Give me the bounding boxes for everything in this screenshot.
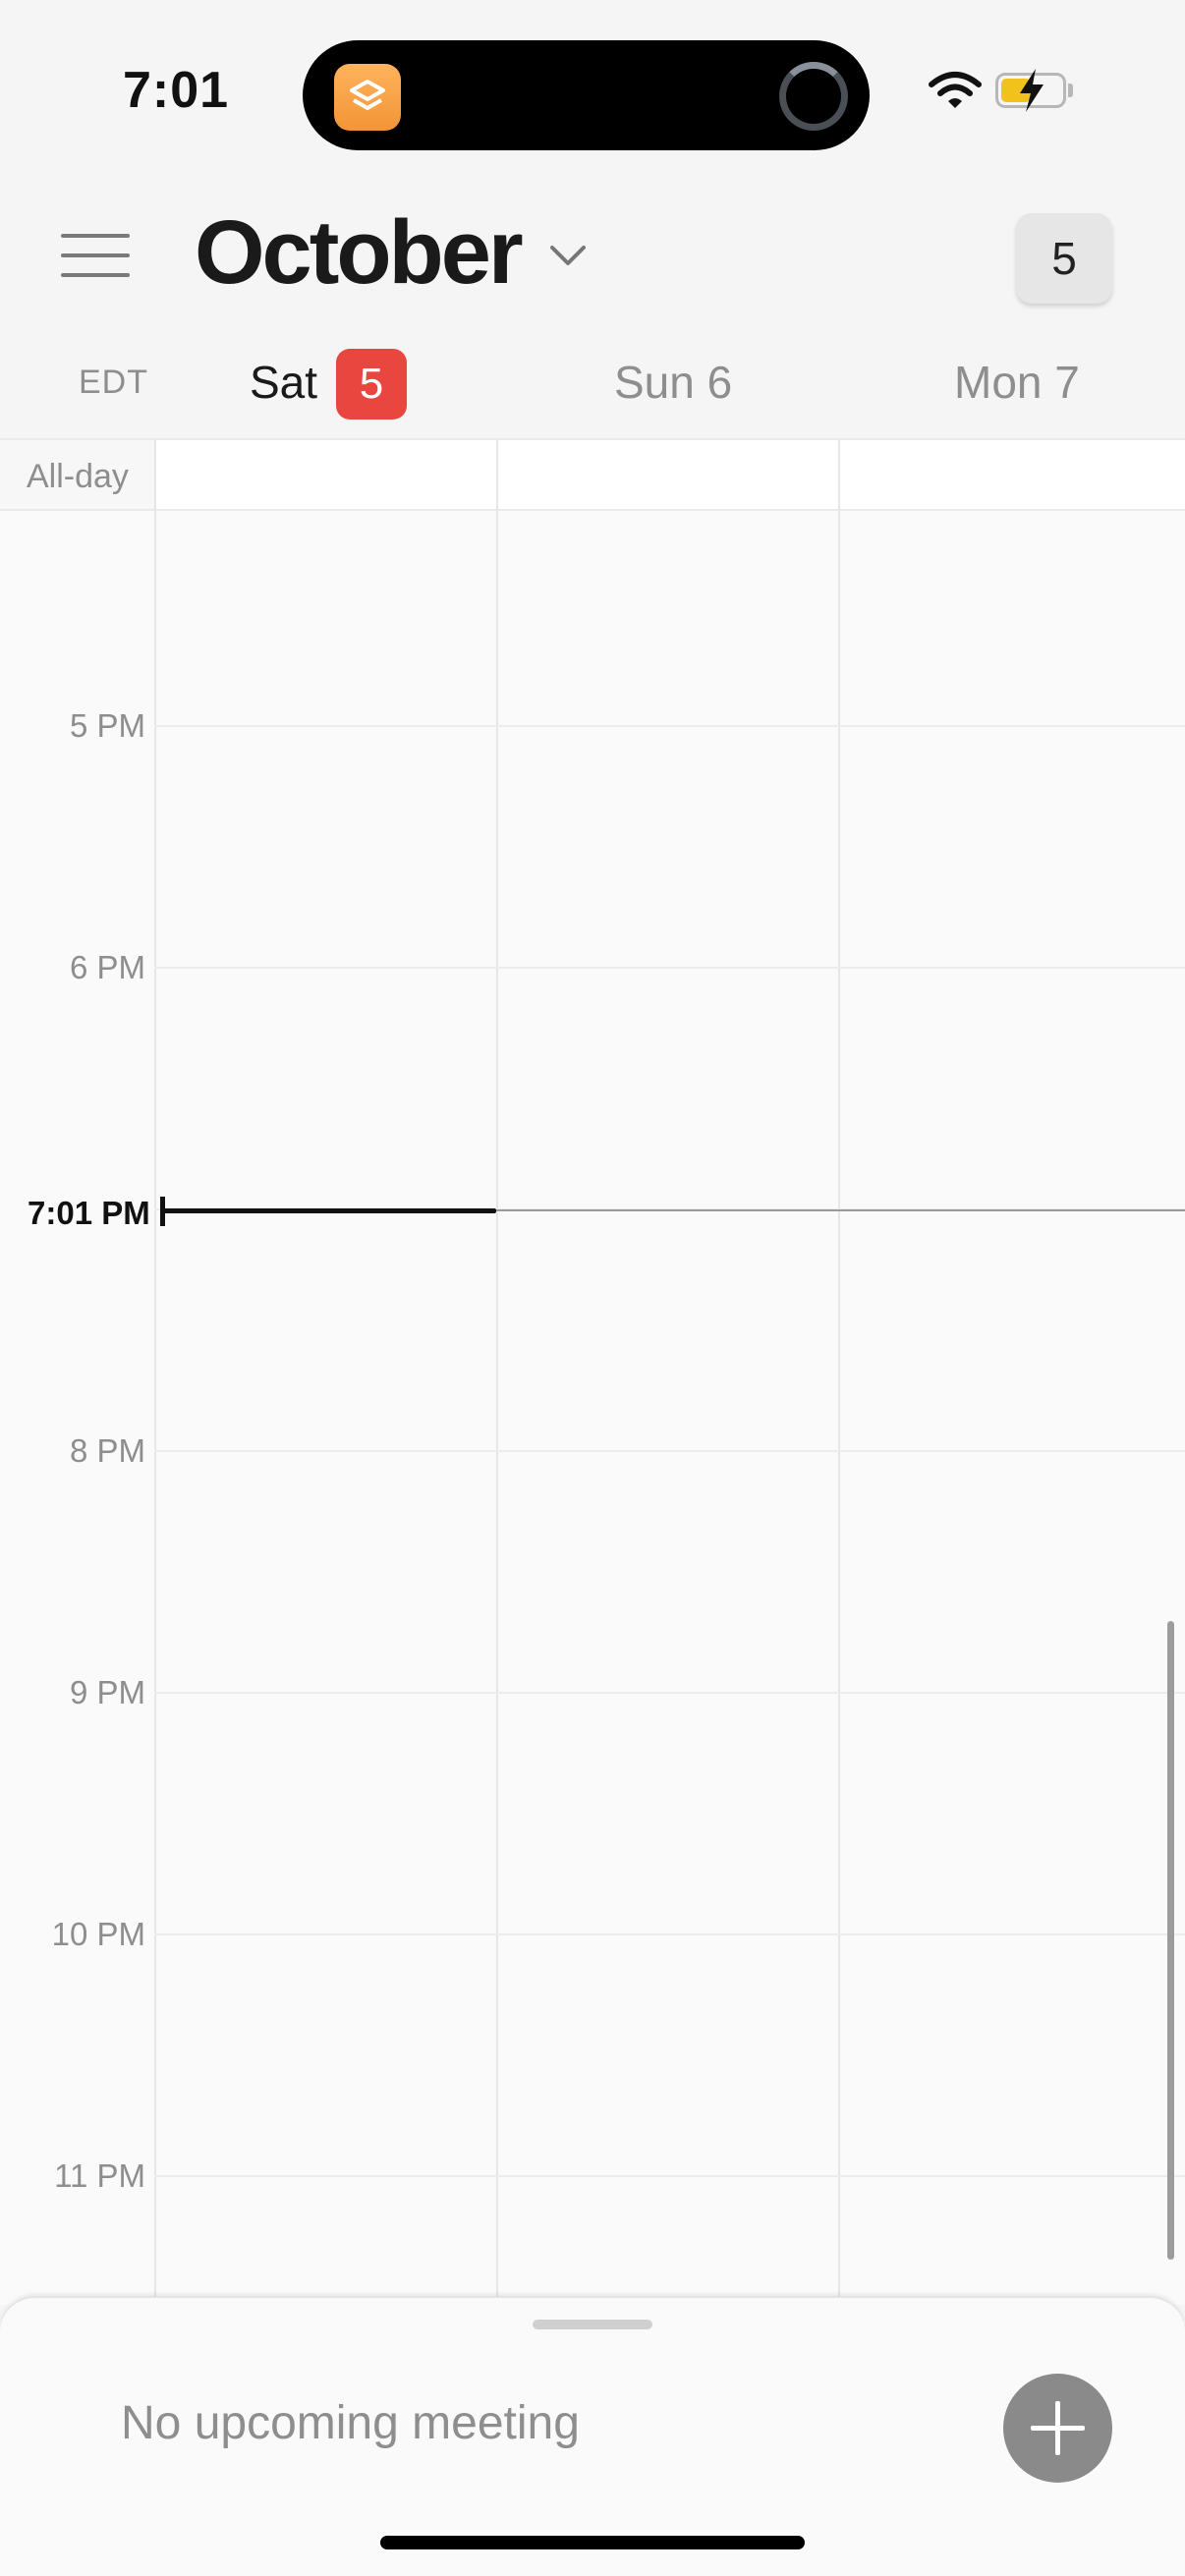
vertical-scrollbar[interactable] [1167, 1621, 1174, 2260]
current-time-line-today [160, 1208, 496, 1213]
all-day-label: All-day [27, 458, 129, 495]
column-divider [838, 440, 840, 2307]
day-header-sun[interactable]: Sun 6 [614, 356, 732, 409]
chevron-down-icon[interactable] [548, 244, 588, 269]
all-day-row[interactable]: All-day [0, 440, 1185, 511]
charging-bolt-icon [1020, 69, 1044, 112]
time-label-9pm: 9 PM [69, 1674, 145, 1710]
plus-icon[interactable] [1003, 2374, 1112, 2483]
hour-line [154, 967, 1185, 969]
wifi-icon [929, 72, 982, 108]
hamburger-menu-icon[interactable] [61, 232, 132, 281]
day-header-sat[interactable]: Sat [250, 356, 317, 409]
time-label-5pm: 5 PM [69, 707, 145, 744]
time-label-6pm: 6 PM [69, 949, 145, 985]
hour-line [154, 1933, 1185, 1935]
timezone-label: EDT [79, 364, 148, 401]
time-label-10pm: 10 PM [51, 1916, 145, 1952]
upcoming-meeting-text: No upcoming meeting [121, 2397, 580, 2449]
calendar-screen: 7:01 October 5 EDT Sat 5 Sun 6 Mon 7 All… [0, 0, 1185, 2576]
hour-line [154, 1692, 1185, 1694]
column-divider [154, 440, 156, 2307]
today-button[interactable]: 5 [1016, 213, 1112, 304]
time-label-11pm: 11 PM [54, 2157, 145, 2194]
today-date-badge[interactable]: 5 [336, 349, 407, 420]
status-time: 7:01 [123, 62, 230, 119]
dynamic-island[interactable] [303, 40, 870, 150]
current-time-line [496, 1209, 1185, 1211]
calendar-grid[interactable]: All-day 5 PM 6 PM 7:01 PM 8 PM 9 PM 10 P… [0, 438, 1185, 2307]
activity-progress-icon [779, 62, 848, 131]
hour-line [154, 725, 1185, 727]
hour-line [154, 2175, 1185, 2177]
shortcuts-app-icon[interactable] [334, 64, 401, 131]
current-time-label: 7:01 PM [28, 1195, 150, 1231]
upcoming-meeting-sheet[interactable]: No upcoming meeting [0, 2296, 1185, 2576]
time-label-8pm: 8 PM [69, 1432, 145, 1469]
sheet-drag-handle[interactable] [533, 2320, 652, 2329]
month-title[interactable]: October [195, 201, 524, 305]
battery-tip [1068, 84, 1073, 97]
hour-line [154, 1450, 1185, 1452]
home-indicator[interactable] [380, 2536, 805, 2549]
day-header-mon[interactable]: Mon 7 [954, 356, 1080, 409]
column-divider [496, 440, 498, 2307]
